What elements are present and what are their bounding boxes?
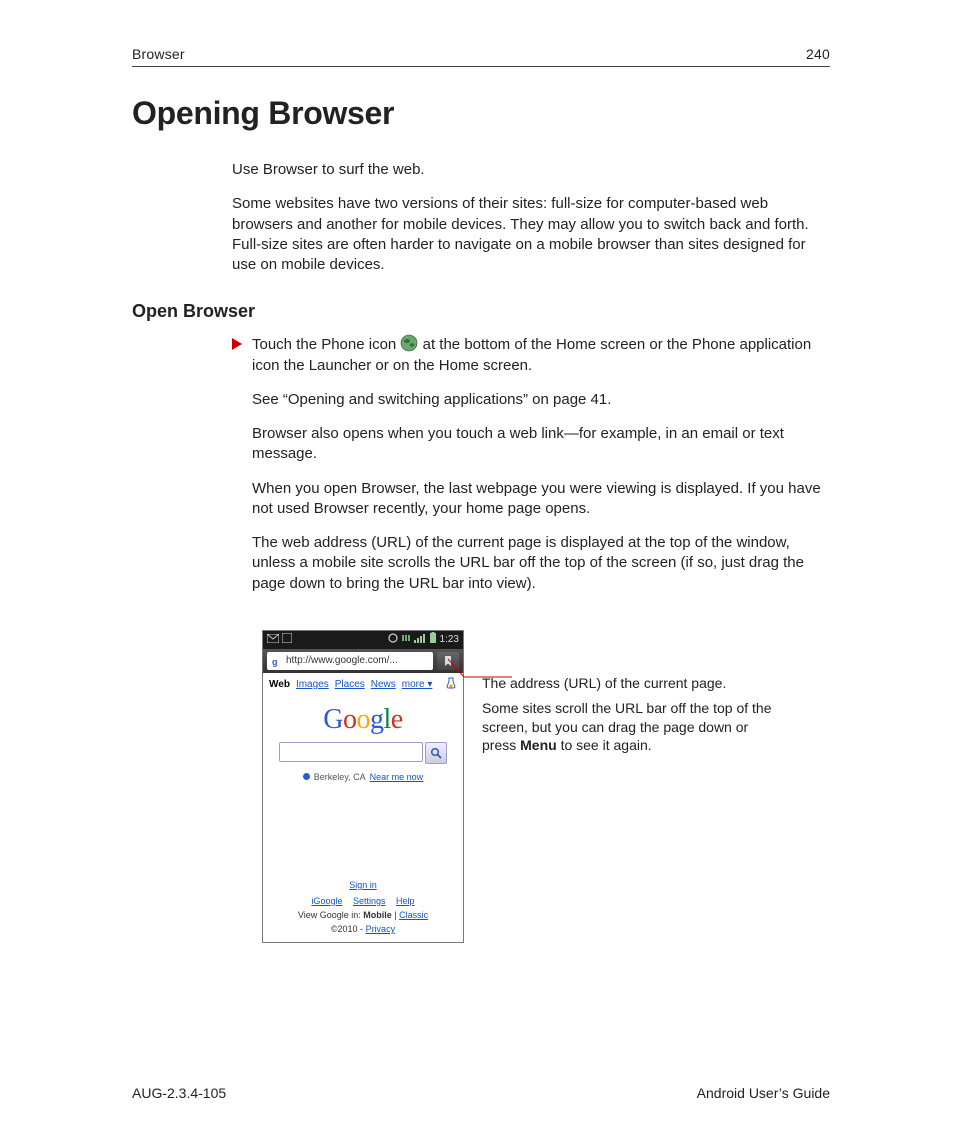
privacy-link[interactable]: Privacy xyxy=(366,924,396,934)
labs-icon xyxy=(445,677,457,692)
app-icon xyxy=(282,633,292,646)
annotation-text: The address (URL) of the current page. xyxy=(482,674,782,693)
running-header: Browser 240 xyxy=(132,46,830,62)
mail-icon xyxy=(267,634,279,646)
figure-with-annotations: 1:23 g http://www.google.com/... Web Ima… xyxy=(262,630,830,943)
view-mode-row: View Google in: Mobile | Classic xyxy=(263,910,463,920)
section-heading: Open Browser xyxy=(132,301,830,322)
location-dot-icon xyxy=(303,773,310,780)
globe-icon xyxy=(400,334,418,352)
running-footer: AUG-2.3.4-105 Android User’s Guide xyxy=(132,1085,830,1101)
bullet-paragraph: Touch the Phone icon at the bottom of th… xyxy=(252,334,830,376)
instruction-bullet: Touch the Phone icon at the bottom of th… xyxy=(232,334,830,608)
data-icon xyxy=(401,633,411,646)
sync-icon xyxy=(388,633,398,646)
tab-more[interactable]: more ▾ xyxy=(402,679,433,690)
document-page: Browser 240 Opening Browser Use Browser … xyxy=(0,0,954,1145)
bullet-text-pre: Touch the Phone icon xyxy=(252,336,400,353)
search-input[interactable] xyxy=(279,742,423,762)
body-paragraph: Browser also opens when you touch a web … xyxy=(252,424,830,465)
sign-in-link[interactable]: Sign in xyxy=(263,880,463,890)
header-rule xyxy=(132,66,830,67)
doc-title: Android User’s Guide xyxy=(697,1085,830,1101)
phone-screenshot: 1:23 g http://www.google.com/... Web Ima… xyxy=(262,630,464,943)
location-city: Berkeley, CA xyxy=(314,772,366,782)
igoogle-link[interactable]: iGoogle xyxy=(311,896,342,906)
svg-text:g: g xyxy=(272,657,278,667)
classic-mode-link[interactable]: Classic xyxy=(399,910,428,920)
tab-images[interactable]: Images xyxy=(296,679,329,690)
intro-block: Use Browser to surf the web. Some websit… xyxy=(232,160,830,275)
annotation-post: to see it again. xyxy=(557,737,652,753)
intro-paragraph: Use Browser to surf the web. xyxy=(232,160,830,180)
annotation-bold: Menu xyxy=(520,737,557,753)
phone-page-footer: Sign in iGoogle Settings Help View Googl… xyxy=(263,880,463,942)
copyright-row: ©2010 - Privacy xyxy=(263,924,463,934)
triangle-bullet-icon xyxy=(232,338,242,350)
doc-id: AUG-2.3.4-105 xyxy=(132,1085,226,1101)
tab-places[interactable]: Places xyxy=(335,679,365,690)
signal-icon xyxy=(414,633,426,646)
body-paragraph: The web address (URL) of the current pag… xyxy=(252,533,830,594)
tab-news[interactable]: News xyxy=(371,679,396,690)
tab-web[interactable]: Web xyxy=(269,679,290,690)
chapter-name: Browser xyxy=(132,46,185,62)
intro-paragraph: Some websites have two versions of their… xyxy=(232,194,830,275)
copyright-text: ©2010 - xyxy=(331,924,366,934)
view-label: View Google in: xyxy=(298,910,363,920)
url-bar-row: g http://www.google.com/... xyxy=(263,649,463,673)
help-link[interactable]: Help xyxy=(396,896,415,906)
figure-annotations: The address (URL) of the current page. S… xyxy=(482,674,782,762)
phone-status-bar: 1:23 xyxy=(263,631,463,649)
google-nav-tabs: Web Images Places News more ▾ xyxy=(263,673,463,694)
url-bar[interactable]: g http://www.google.com/... xyxy=(267,652,433,670)
see-reference: See “Opening and switching applications”… xyxy=(252,390,830,410)
location-row: Berkeley, CA Near me now xyxy=(263,770,463,790)
mobile-mode[interactable]: Mobile xyxy=(363,910,392,920)
bookmark-button[interactable] xyxy=(437,652,459,670)
page-title: Opening Browser xyxy=(132,95,830,132)
body-paragraph: When you open Browser, the last webpage … xyxy=(252,479,830,520)
favicon-icon: g xyxy=(271,655,283,667)
near-me-link[interactable]: Near me now xyxy=(370,772,424,782)
page-number: 240 xyxy=(806,46,830,62)
annotation-text: Some sites scroll the URL bar off the to… xyxy=(482,699,782,756)
google-logo: Google xyxy=(263,704,463,736)
search-button[interactable] xyxy=(425,742,447,764)
status-time: 1:23 xyxy=(440,634,459,645)
url-text: http://www.google.com/... xyxy=(286,655,398,666)
search-row xyxy=(263,742,463,770)
battery-icon xyxy=(429,632,437,647)
settings-link[interactable]: Settings xyxy=(353,896,386,906)
